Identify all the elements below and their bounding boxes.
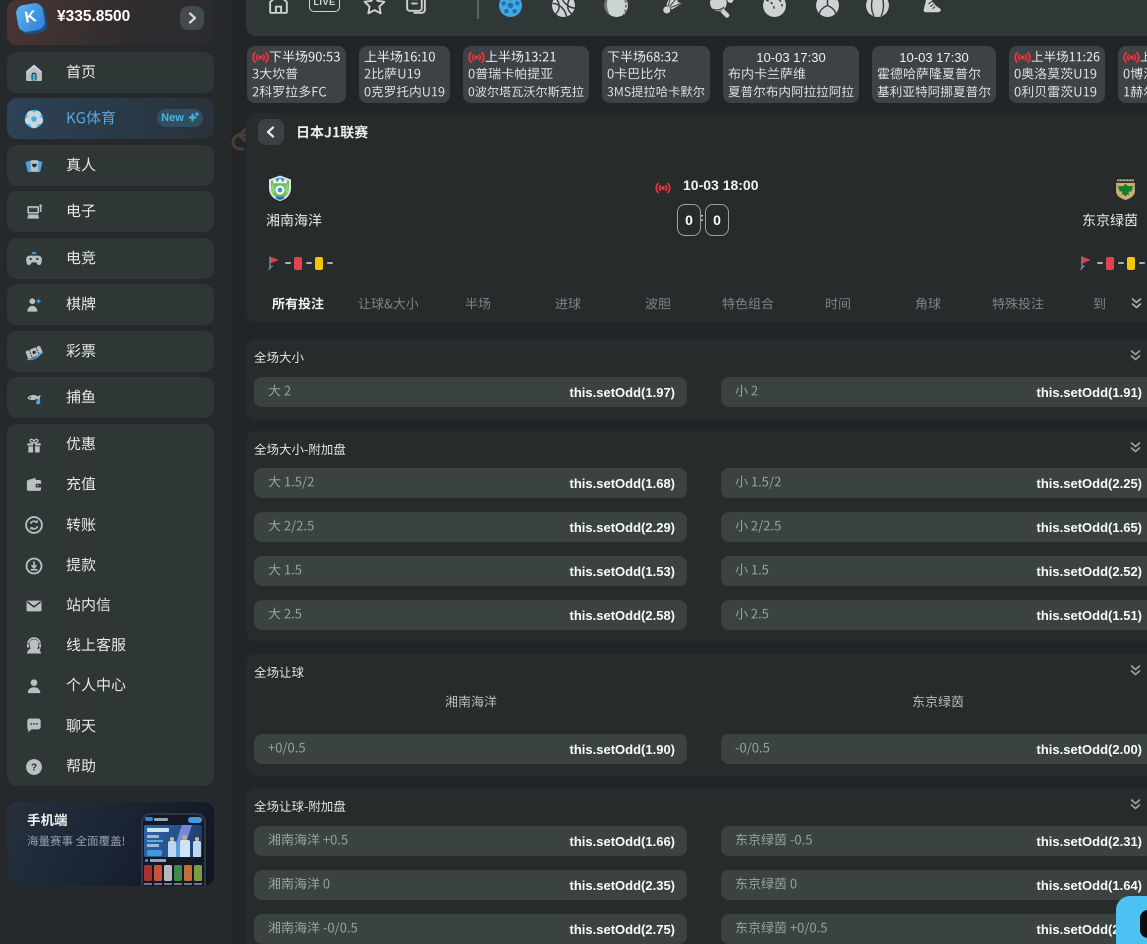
svg-text:?: ? [31, 762, 37, 773]
svg-text:777: 777 [30, 207, 38, 212]
